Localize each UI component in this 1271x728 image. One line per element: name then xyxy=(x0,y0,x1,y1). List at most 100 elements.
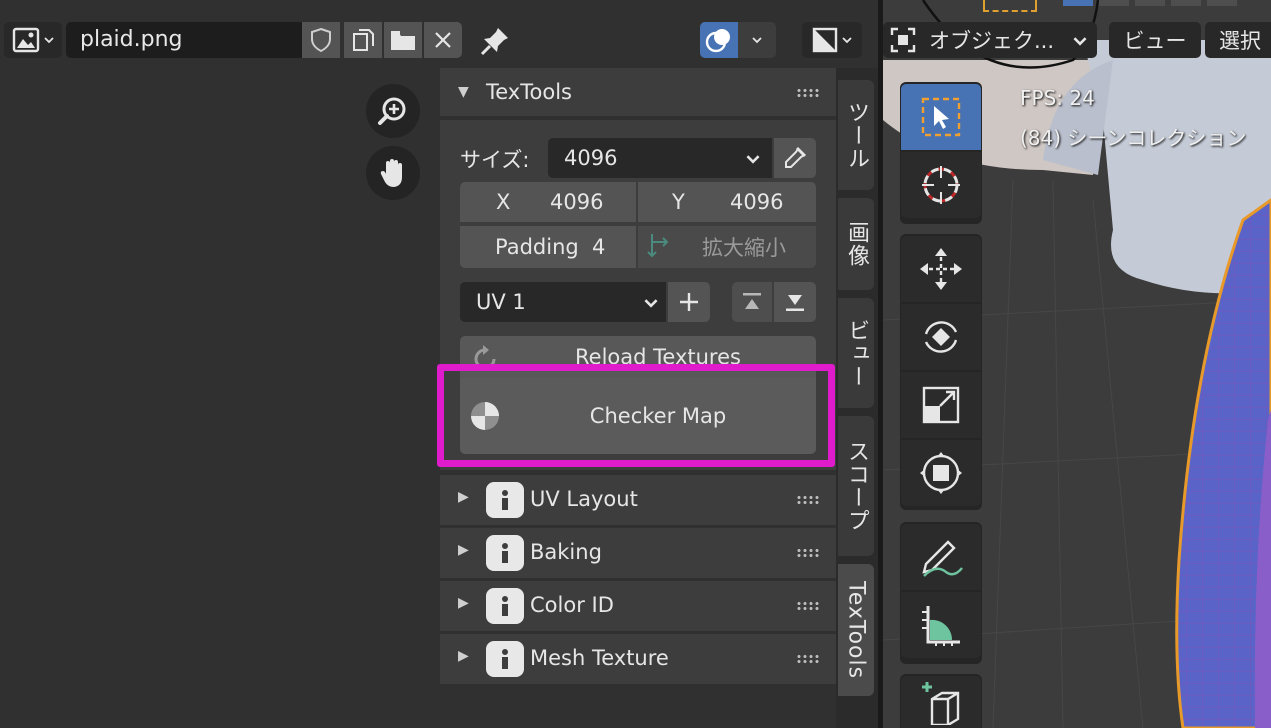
padding-field[interactable]: Padding 4 xyxy=(460,226,636,268)
select-box-icon xyxy=(983,0,1037,12)
move-uv-up-button[interactable] xyxy=(732,282,772,322)
image-name-field[interactable]: plaid.png xyxy=(66,22,302,58)
info-icon xyxy=(486,482,524,518)
zoom-button[interactable] xyxy=(366,84,420,138)
add-uv-button[interactable] xyxy=(668,282,710,322)
mode-toggle[interactable] xyxy=(1207,0,1237,6)
tab-tool[interactable]: ツール xyxy=(838,80,874,190)
triangle-right-icon: ▶ xyxy=(458,648,469,664)
editor-type-button[interactable] xyxy=(4,22,62,58)
drag-grip-icon[interactable] xyxy=(796,601,820,611)
pin-button[interactable] xyxy=(478,24,512,58)
subpanel-mesh-texture[interactable]: ▶ Mesh Texture xyxy=(440,634,836,687)
select-box-tool[interactable] xyxy=(901,84,981,150)
drag-grip-icon[interactable] xyxy=(796,88,820,98)
drag-grip-icon[interactable] xyxy=(796,495,820,505)
padding-value: 4 xyxy=(592,235,606,259)
mode-toggle[interactable] xyxy=(1063,0,1093,6)
add-cube-tool[interactable] xyxy=(901,676,981,728)
transform-icon xyxy=(920,452,962,494)
add-cube-icon xyxy=(922,682,960,725)
drag-grip-icon[interactable] xyxy=(796,654,820,664)
subpanel-baking[interactable]: ▶ Baking xyxy=(440,528,836,581)
chevron-down-icon xyxy=(1073,37,1087,46)
panel-title: TexTools xyxy=(486,80,572,104)
fake-user-button[interactable] xyxy=(302,22,340,58)
y-value: 4096 xyxy=(730,190,784,214)
overlay-toggle[interactable] xyxy=(700,22,738,58)
x-value: 4096 xyxy=(550,190,604,214)
zoom-in-icon xyxy=(378,97,406,125)
triangle-up-icon xyxy=(743,293,761,309)
3d-cursor-icon xyxy=(922,166,960,204)
padding-label: Padding xyxy=(495,235,579,259)
triangle-right-icon: ▶ xyxy=(458,595,469,611)
tab-label: 画像 xyxy=(844,221,869,267)
hand-icon xyxy=(380,159,402,187)
channels-icon xyxy=(812,27,838,53)
triangle-down-icon xyxy=(786,295,804,311)
overlays-button[interactable] xyxy=(700,22,776,58)
chevron-down-icon xyxy=(842,37,852,44)
tab-label: ツール xyxy=(844,100,869,170)
rotate-icon xyxy=(924,321,958,353)
measure-tool[interactable] xyxy=(901,592,981,658)
tab-label: TexTools xyxy=(843,580,869,680)
display-channels-button[interactable] xyxy=(802,22,862,58)
eyedropper-button[interactable] xyxy=(774,138,816,178)
pan-button[interactable] xyxy=(366,146,420,200)
scale-tool[interactable] xyxy=(901,372,981,438)
3d-viewport[interactable]: オブジェク... ビュー 選択 FPS: 24 (84) シーンコレクション xyxy=(883,0,1271,728)
mode-toggle[interactable] xyxy=(1099,0,1129,6)
textools-panel-header[interactable]: ▼ TexTools xyxy=(440,68,836,116)
select-menu[interactable]: 選択 xyxy=(1205,22,1271,58)
sidebar-tabs: ツール 画像 ビュー スコープ TexTools xyxy=(836,68,878,728)
info-icon xyxy=(486,535,524,571)
select-cursor-icon xyxy=(921,97,961,137)
drag-grip-icon[interactable] xyxy=(796,548,820,558)
triangle-right-icon: ▶ xyxy=(458,542,469,558)
tab-scopes[interactable]: スコープ xyxy=(838,416,874,556)
scale-button[interactable]: 拡大縮小 xyxy=(638,226,816,268)
triangle-down-icon: ▼ xyxy=(458,84,469,100)
shield-icon xyxy=(311,27,331,53)
cursor-tool[interactable] xyxy=(901,152,981,218)
view-menu[interactable]: ビュー xyxy=(1109,22,1201,58)
scale-icon xyxy=(922,386,960,424)
duplicate-icon xyxy=(353,29,374,51)
tab-label: スコープ xyxy=(844,440,869,532)
y-size-field[interactable]: Y 4096 xyxy=(638,182,816,222)
size-dropdown[interactable]: 4096 xyxy=(548,138,772,178)
annotate-tool[interactable] xyxy=(901,524,981,590)
uv-map-dropdown[interactable]: UV 1 xyxy=(460,282,666,322)
move-tool[interactable] xyxy=(901,236,981,302)
info-icon xyxy=(486,641,524,677)
mode-toggle[interactable] xyxy=(1135,0,1165,6)
subpanel-uv-layout[interactable]: ▶ UV Layout xyxy=(440,475,836,528)
tab-view[interactable]: ビュー xyxy=(838,298,874,408)
plus-icon xyxy=(680,293,698,311)
overlays-dropdown[interactable] xyxy=(738,22,776,58)
chevron-down-icon xyxy=(644,299,658,308)
open-image-button[interactable] xyxy=(384,22,422,58)
mode-toggle[interactable] xyxy=(1171,0,1201,6)
chevron-down-icon xyxy=(44,37,54,44)
x-size-field[interactable]: X 4096 xyxy=(460,182,636,222)
size-value: 4096 xyxy=(564,146,618,170)
unlink-image-button[interactable] xyxy=(424,22,462,58)
pin-icon xyxy=(480,28,508,56)
viewport-header: オブジェク... ビュー 選択 xyxy=(883,0,1271,68)
object-mode-dropdown[interactable]: オブジェク... xyxy=(883,22,1097,58)
select-menu-label: 選択 xyxy=(1219,29,1261,53)
move-arrows-icon xyxy=(920,248,962,290)
tab-image[interactable]: 画像 xyxy=(838,198,874,290)
transform-tool[interactable] xyxy=(901,440,981,506)
subpanel-color-id[interactable]: ▶ Color ID xyxy=(440,581,836,634)
move-uv-down-button[interactable] xyxy=(774,282,816,322)
tab-textools[interactable]: TexTools xyxy=(838,564,874,696)
info-icon xyxy=(486,588,524,624)
checker-map-highlight xyxy=(437,364,835,467)
rotate-tool[interactable] xyxy=(901,304,981,370)
new-image-button[interactable] xyxy=(344,22,382,58)
overlays-icon xyxy=(705,29,730,53)
